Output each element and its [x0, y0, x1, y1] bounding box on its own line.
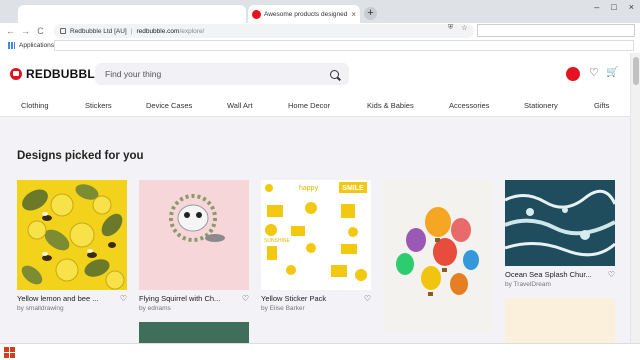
url-separator: | — [130, 27, 133, 35]
cart-icon[interactable]: 🛒 — [606, 67, 618, 78]
sticker-smile-text: SMILE — [342, 185, 364, 192]
search-placeholder: Find your thing — [105, 69, 162, 79]
nav-home-decor[interactable]: Home Decor — [288, 101, 330, 110]
reload-button[interactable]: C — [36, 26, 45, 36]
product-card[interactable]: Flying Squirrel with Ch... ♡ by ednams — [139, 180, 249, 343]
star-icon[interactable]: ☆ — [461, 24, 467, 32]
os-taskbar — [0, 343, 640, 360]
product-image-next[interactable] — [139, 322, 249, 343]
redbubble-logo-icon — [10, 68, 22, 80]
category-nav: Clothing Stickers Device Cases Wall Art … — [0, 95, 630, 117]
product-image-ocean-splash[interactable] — [505, 180, 615, 266]
section-title: Designs picked for you — [17, 150, 144, 162]
heart-icon[interactable]: ♡ — [589, 66, 599, 79]
product-artist[interactable]: by TravelDream — [505, 281, 615, 288]
product-image-flying-squirrel[interactable] — [139, 180, 249, 290]
product-title[interactable]: Ocean Sea Splash Chur... — [505, 270, 601, 279]
account-icon[interactable] — [566, 67, 580, 81]
address-bar[interactable]: Redbubble Ltd [AU] | redbubble.com /expl… — [54, 24, 474, 38]
close-window-button[interactable]: × — [629, 2, 634, 12]
back-button[interactable]: ← — [6, 26, 15, 36]
redbubble-logo[interactable]: REDBUBBLE — [10, 67, 103, 81]
toolbar-search-box[interactable] — [477, 24, 635, 37]
ocean-graphic — [505, 180, 615, 266]
forward-button[interactable]: → — [21, 26, 30, 36]
site-header: REDBUBBLE Find your thing ♡ 🛒 — [0, 53, 630, 95]
favorite-heart-icon[interactable]: ♡ — [120, 294, 127, 303]
translate-icon[interactable]: ⛨ — [448, 24, 453, 32]
apps-grid-icon[interactable] — [8, 42, 15, 49]
browser-tab-active[interactable]: Awesome products designed by × — [248, 5, 360, 23]
browser-tab-blank[interactable] — [18, 5, 246, 23]
page-scrollbar[interactable] — [630, 53, 640, 343]
product-card[interactable]: Yellow lemon and bee ... ♡ by smalldrawi… — [17, 180, 127, 312]
nav-gifts[interactable]: Gifts — [594, 101, 609, 110]
product-card[interactable]: Ocean Sea Splash Chur... ♡ by TravelDrea… — [505, 180, 615, 343]
tab-close-icon[interactable]: × — [351, 10, 356, 19]
product-card[interactable]: SMILE happy SUNSHINE Yellow Sticker Pack — [261, 180, 371, 312]
nav-accessories[interactable]: Accessories — [449, 101, 489, 110]
favorite-heart-icon[interactable]: ♡ — [608, 270, 615, 279]
product-title[interactable]: Yellow Sticker Pack — [261, 294, 357, 303]
product-image-next[interactable] — [505, 298, 615, 343]
product-image-hot-air-balloons[interactable] — [383, 180, 493, 332]
bookmarks-bar-field — [54, 40, 634, 51]
sticker-sunshine-text: SUNSHINE — [264, 238, 291, 244]
search-icon[interactable] — [330, 69, 339, 79]
sticker-pack-graphic: SMILE happy SUNSHINE — [261, 180, 371, 290]
nav-clothing[interactable]: Clothing — [21, 101, 49, 110]
product-artist[interactable]: by smalldrawing — [17, 305, 127, 312]
nav-stationery[interactable]: Stationery — [524, 101, 558, 110]
product-image-sticker-pack[interactable]: SMILE happy SUNSHINE — [261, 180, 371, 290]
product-title[interactable]: Yellow lemon and bee ... — [17, 294, 113, 303]
favorite-heart-icon[interactable]: ♡ — [242, 294, 249, 303]
nav-stickers[interactable]: Stickers — [85, 101, 112, 110]
lemon-pattern-graphic — [17, 180, 127, 290]
window-controls: – □ × — [594, 2, 634, 12]
explore-content: Designs picked for you Yellow lemon and … — [0, 117, 630, 343]
balloons-graphic — [383, 180, 493, 332]
maximize-button[interactable]: □ — [611, 2, 616, 12]
squirrel-graphic — [139, 180, 249, 260]
toolbar-extensions: ⛨ ☆ — [448, 24, 468, 32]
nav-wall-art[interactable]: Wall Art — [227, 101, 253, 110]
product-artist[interactable]: by Elise Barker — [261, 305, 371, 312]
minimize-button[interactable]: – — [594, 2, 599, 12]
windows-start-icon[interactable] — [4, 347, 15, 358]
sticker-happy-text: happy — [299, 185, 319, 192]
new-tab-button[interactable]: + — [364, 7, 377, 20]
url-path: /explore/ — [179, 27, 205, 35]
product-image-lemon-bee[interactable] — [17, 180, 127, 290]
tab-title: Awesome products designed by — [264, 10, 349, 18]
lock-icon — [60, 28, 66, 34]
browser-tab-strip: Awesome products designed by × + – □ × — [0, 0, 640, 23]
logo-text: REDBUBBLE — [26, 67, 104, 81]
product-title[interactable]: Flying Squirrel with Ch... — [139, 294, 235, 303]
nav-device-cases[interactable]: Device Cases — [146, 101, 192, 110]
url-host: redbubble.com — [136, 27, 180, 35]
product-card[interactable] — [383, 180, 493, 332]
nav-kids-babies[interactable]: Kids & Babies — [367, 101, 414, 110]
redbubble-favicon-icon — [252, 9, 261, 19]
scrollbar-thumb[interactable] — [633, 57, 639, 85]
url-organization: Redbubble Ltd [AU] — [70, 27, 127, 35]
product-artist[interactable]: by ednams — [139, 305, 249, 312]
bookmark-applications[interactable]: Applications — [19, 42, 54, 49]
search-input[interactable]: Find your thing — [95, 63, 349, 85]
favorite-heart-icon[interactable]: ♡ — [364, 294, 371, 303]
